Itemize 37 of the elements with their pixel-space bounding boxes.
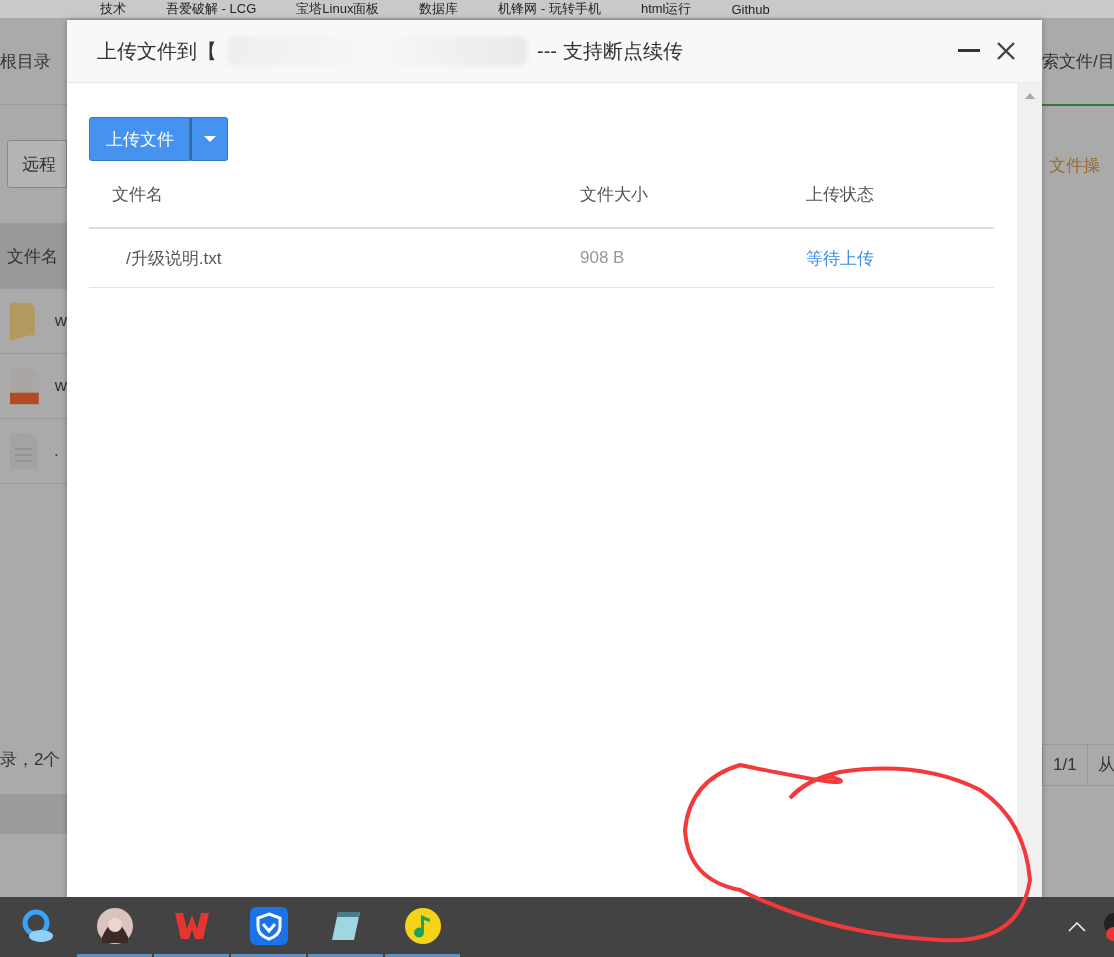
file-name[interactable]: w — [54, 376, 67, 396]
bookmark-link[interactable]: 技术 — [100, 0, 126, 18]
file-name[interactable]: w — [54, 311, 67, 331]
column-header: 文件大小 — [579, 183, 649, 206]
page-indicator: 1/1 — [1043, 745, 1088, 785]
search-field[interactable]: 索文件/目 — [1042, 49, 1114, 73]
column-header: 文件名 — [7, 245, 58, 268]
dialog-subtitle: --- 支持断点续传 — [537, 38, 683, 64]
breadcrumb-link[interactable]: 根目录 — [0, 49, 51, 73]
shield-icon[interactable] — [249, 906, 288, 945]
cloud-icon[interactable] — [20, 907, 55, 944]
bookmark-link[interactable]: 机锋网 - 玩转手机 — [498, 0, 601, 18]
scrollbar[interactable] — [1017, 83, 1042, 897]
minimize-icon[interactable] — [958, 49, 980, 53]
caret-icon — [203, 136, 216, 142]
file-name-cell-text: /升级说明.txt — [125, 247, 223, 270]
music-icon[interactable] — [403, 906, 442, 945]
footer-bar — [0, 794, 67, 834]
bookmark-link[interactable]: 数据库 — [419, 0, 459, 18]
pager-link[interactable]: 从 — [1087, 745, 1114, 785]
zip-file-icon — [10, 367, 39, 405]
avatar-icon[interactable] — [95, 906, 134, 945]
file-size-cell-text: 908 B — [579, 248, 626, 268]
remote-download-button[interactable]: 远程 — [7, 140, 67, 188]
column-header: 上传状态 — [805, 183, 875, 206]
bookmark-link[interactable]: Github — [731, 1, 770, 17]
dropdown-button[interactable] — [190, 117, 228, 161]
summary-text: 录，2个 — [0, 748, 61, 771]
close-icon[interactable] — [996, 41, 1016, 61]
column-header: 文件名 — [111, 183, 164, 206]
chevron-up-icon[interactable] — [1068, 922, 1086, 932]
bookmark-link[interactable]: html运行 — [640, 0, 692, 18]
bookmark-link[interactable]: 宝塔Linux面板 — [296, 0, 380, 18]
bookmark-link[interactable]: 吾爱破解 - LCG — [166, 0, 257, 18]
upload-status-cell-text: 等待上传 — [805, 247, 875, 270]
file-name[interactable]: . — [54, 441, 59, 461]
dialog-title: 上传文件到【 — [97, 38, 217, 64]
